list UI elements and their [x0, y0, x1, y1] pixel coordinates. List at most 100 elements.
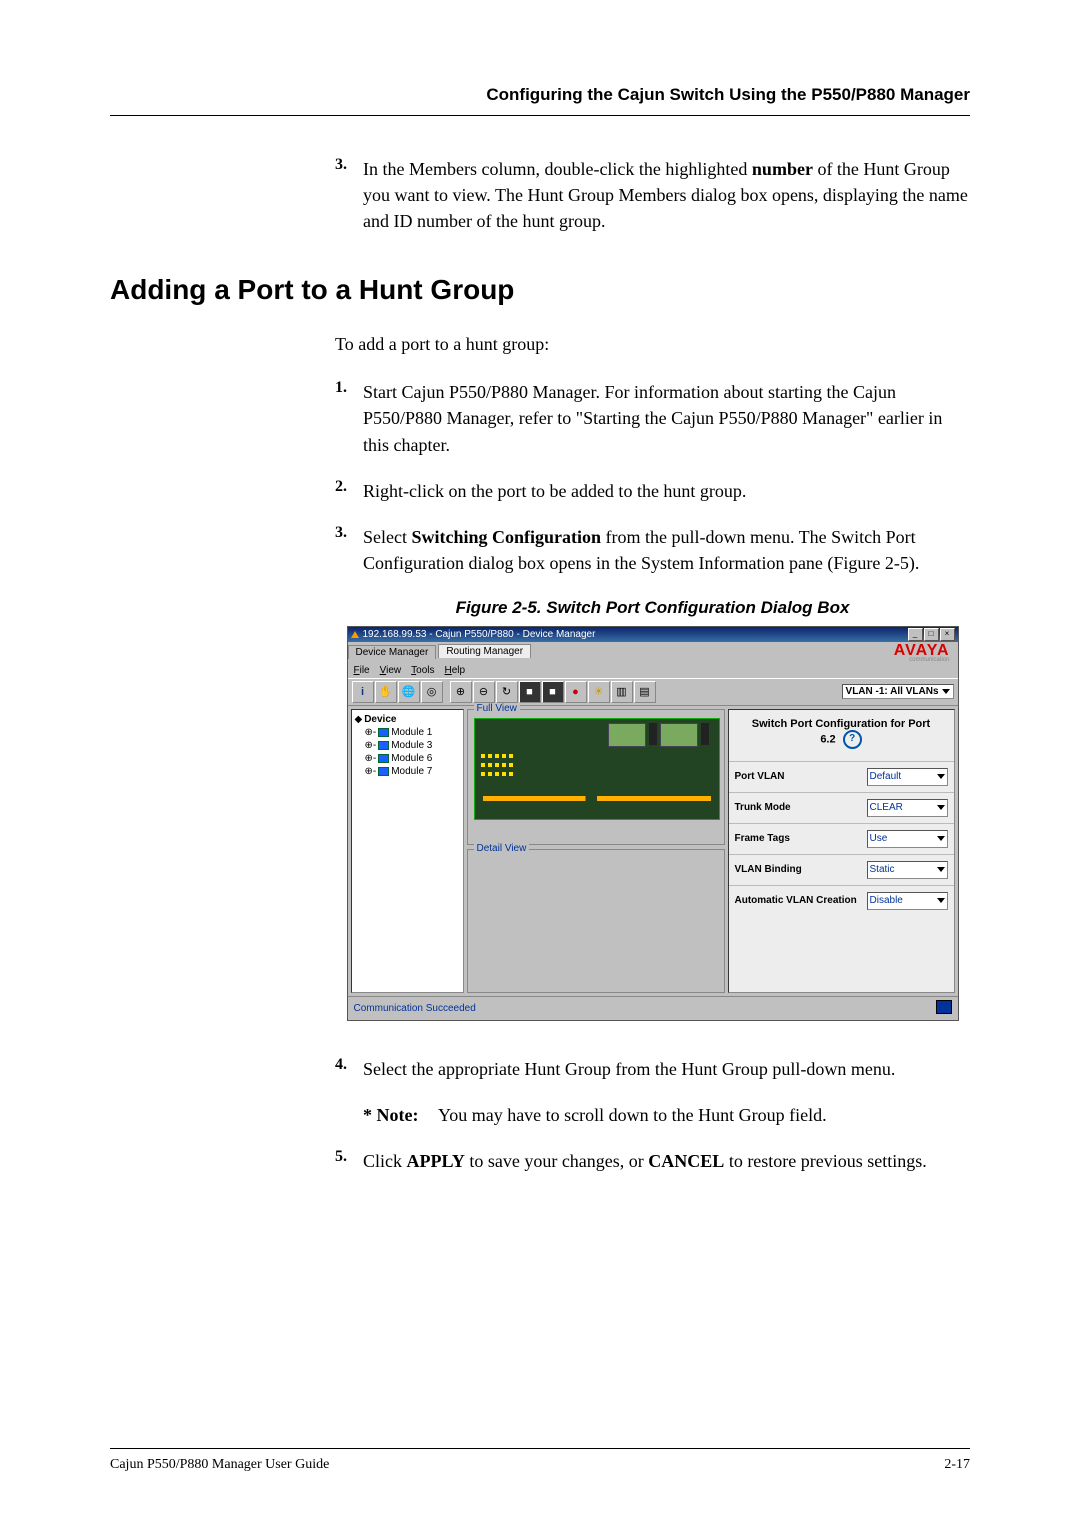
tree-item[interactable]: Module 1 [391, 727, 432, 738]
cfg-select-auto-vlan[interactable]: Disable [867, 892, 948, 910]
tree-item[interactable]: Module 3 [391, 740, 432, 751]
status-text: Communication Succeeded [354, 1003, 476, 1014]
cfg-select-vlan-binding[interactable]: Static [867, 861, 948, 879]
chevron-down-icon [937, 805, 945, 810]
module-conn-icon [701, 723, 709, 745]
minimize-button[interactable]: _ [908, 628, 923, 641]
toolbar-sun-icon[interactable]: ☀ [588, 681, 610, 703]
footer-left: Cajun P550/P880 Manager User Guide [110, 1457, 329, 1473]
toolbar: i ✋ 🌐 ◎ ⊕ ⊖ ↻ ■ ■ ● ☀ ▥ ▤ VLAN [348, 678, 958, 705]
section-heading: Adding a Port to a Hunt Group [110, 274, 970, 306]
step-2: 2. Right-click on the port to be added t… [335, 478, 970, 504]
tree-expand-icon[interactable]: ⊕- [365, 727, 377, 738]
menu-help[interactable]: Help [445, 665, 466, 676]
cfg-label: Frame Tags [735, 833, 867, 844]
toolbar-zoom-out-icon[interactable]: ⊖ [473, 681, 495, 703]
footer-right: 2-17 [944, 1457, 970, 1473]
full-view-panel: Full View [467, 709, 725, 845]
config-title-line1: Switch Port Configuration for Port [735, 718, 948, 730]
cfg-value: CLEAR [870, 802, 903, 813]
chevron-down-icon [937, 774, 945, 779]
menu-view[interactable]: View [380, 665, 402, 676]
cfg-select-frame-tags[interactable]: Use [867, 830, 948, 848]
step-text: In the Members column, double-click the … [363, 156, 970, 234]
toolbar-btn2-icon[interactable]: ■ [542, 681, 564, 703]
text-frag: to save your changes, or [465, 1151, 648, 1171]
window-title: 192.168.99.53 - Cajun P550/P880 - Device… [363, 629, 596, 640]
text-bold: CANCEL [648, 1151, 724, 1171]
toolbar-hand-icon[interactable]: ✋ [375, 681, 397, 703]
step-number: 1. [335, 379, 363, 457]
text-frag: In the Members column, double-click the … [363, 159, 752, 179]
cfg-label: Automatic VLAN Creation [735, 895, 867, 906]
cfg-row-auto-vlan: Automatic VLAN Creation Disable [729, 885, 954, 916]
chevron-down-icon [937, 867, 945, 872]
toolbar-info-icon[interactable]: i [352, 681, 374, 703]
cfg-row-frame-tags: Frame Tags Use [729, 823, 954, 854]
step-1: 1. Start Cajun P550/P880 Manager. For in… [335, 379, 970, 457]
text-frag: Select [363, 527, 411, 547]
toolbar-refresh-icon[interactable]: ↻ [496, 681, 518, 703]
cfg-row-vlan-binding: VLAN Binding Static [729, 854, 954, 885]
toolbar-record-icon[interactable]: ● [565, 681, 587, 703]
tree-expand-icon[interactable]: ◆ [355, 714, 363, 725]
config-title-port: 6.2 [820, 733, 835, 745]
module-icon [378, 728, 389, 737]
text-frag: to restore previous settings. [724, 1151, 926, 1171]
ports-row[interactable] [483, 796, 711, 801]
toolbar-split2-icon[interactable]: ▤ [634, 681, 656, 703]
module-icon [378, 754, 389, 763]
tree-root[interactable]: Device [364, 714, 396, 725]
tree-expand-icon[interactable]: ⊕- [365, 740, 377, 751]
cfg-row-trunk-mode: Trunk Mode CLEAR [729, 792, 954, 823]
chevron-down-icon [937, 898, 945, 903]
status-bar: Communication Succeeded [348, 996, 958, 1020]
cfg-label: Port VLAN [735, 771, 867, 782]
step-text: Start Cajun P550/P880 Manager. For infor… [363, 379, 970, 457]
cfg-select-trunk-mode[interactable]: CLEAR [867, 799, 948, 817]
full-view-label: Full View [474, 703, 520, 714]
note-text: You may have to scroll down to the Hunt … [438, 1102, 827, 1128]
cfg-select-port-vlan[interactable]: Default [867, 768, 948, 786]
running-header: Configuring the Cajun Switch Using the P… [110, 85, 970, 105]
vlan-selector[interactable]: VLAN -1: All VLANs [842, 684, 954, 699]
maximize-button[interactable]: □ [924, 628, 939, 641]
cfg-value: Static [870, 864, 895, 875]
tree-expand-icon[interactable]: ⊕- [365, 766, 377, 777]
help-icon[interactable]: ? [843, 730, 862, 749]
chevron-down-icon [942, 689, 950, 694]
header-rule [110, 115, 970, 116]
step-number: 3. [335, 524, 363, 576]
menu-tools[interactable]: Tools [411, 665, 434, 676]
module-graphic[interactable] [608, 723, 646, 747]
chassis-graphic[interactable] [474, 718, 720, 820]
close-button[interactable]: × [940, 628, 955, 641]
text-bold: APPLY [407, 1151, 465, 1171]
cfg-value: Default [870, 771, 902, 782]
tab-routing-manager[interactable]: Routing Manager [438, 644, 531, 658]
step-text: Select the appropriate Hunt Group from t… [363, 1056, 970, 1082]
intro-line: To add a port to a hunt group: [335, 331, 970, 357]
text-bold: number [752, 159, 813, 179]
module-icon [378, 767, 389, 776]
device-tree[interactable]: ◆ Device ⊕- Module 1 ⊕- Module 3 ⊕- Modu… [351, 709, 464, 993]
cfg-row-port-vlan: Port VLAN Default [729, 761, 954, 792]
module-graphic[interactable] [660, 723, 698, 747]
cfg-label: Trunk Mode [735, 802, 867, 813]
toolbar-globe-icon[interactable]: 🌐 [398, 681, 420, 703]
tree-expand-icon[interactable]: ⊕- [365, 753, 377, 764]
toolbar-split1-icon[interactable]: ▥ [611, 681, 633, 703]
toolbar-target-icon[interactable]: ◎ [421, 681, 443, 703]
screenshot-dialog: 192.168.99.53 - Cajun P550/P880 - Device… [347, 626, 959, 1021]
tree-item[interactable]: Module 7 [391, 766, 432, 777]
text-frag: Click [363, 1151, 407, 1171]
step-3: 3. Select Switching Configuration from t… [335, 524, 970, 576]
cfg-label: VLAN Binding [735, 864, 867, 875]
prev-step-3: 3. In the Members column, double-click t… [335, 156, 970, 234]
cfg-value: Use [870, 833, 888, 844]
tab-device-manager[interactable]: Device Manager [348, 645, 437, 659]
menu-file[interactable]: File [354, 665, 370, 676]
toolbar-zoom-in-icon[interactable]: ⊕ [450, 681, 472, 703]
toolbar-btn1-icon[interactable]: ■ [519, 681, 541, 703]
tree-item[interactable]: Module 6 [391, 753, 432, 764]
